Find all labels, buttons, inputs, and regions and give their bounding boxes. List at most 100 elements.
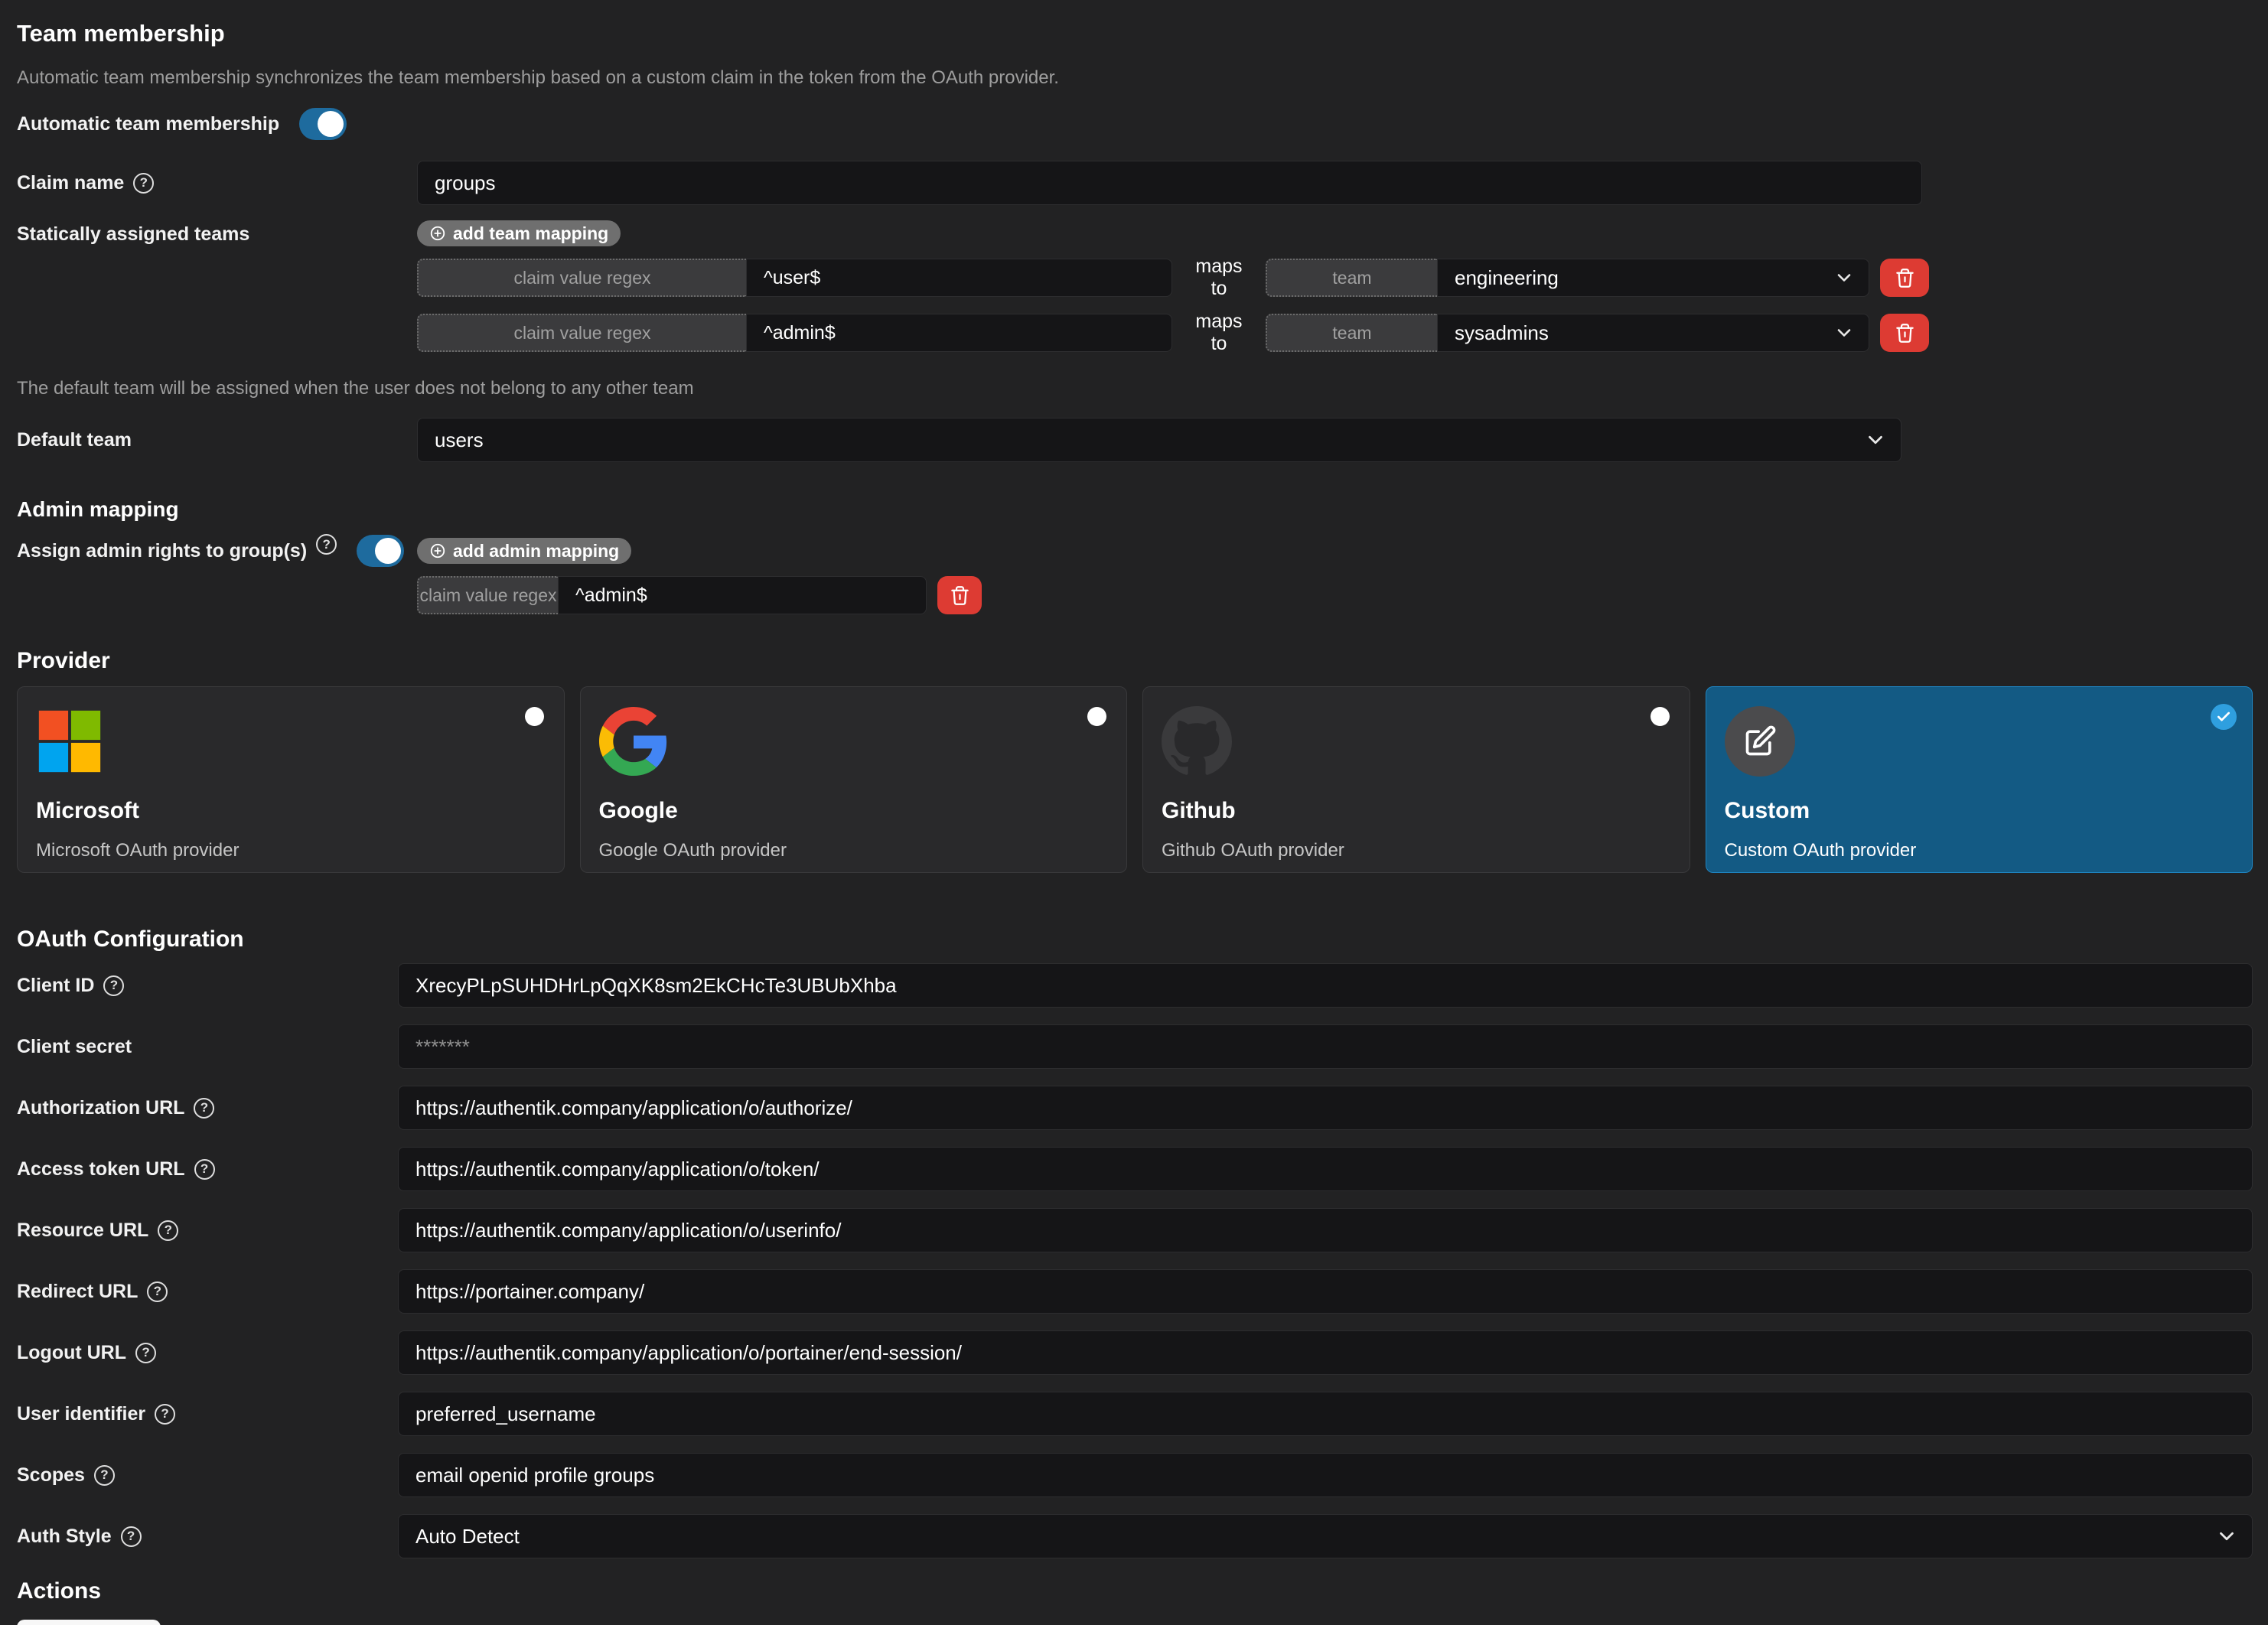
provider-card-description: Google OAuth provider bbox=[599, 840, 1109, 861]
provider-card-title: Google bbox=[599, 798, 1109, 824]
statically-assigned-teams-row: Statically assigned teams add team mappi… bbox=[17, 220, 2253, 246]
oauth-configuration-heading: OAuth Configuration bbox=[17, 926, 2253, 953]
redirect-url-input[interactable] bbox=[398, 1269, 2253, 1314]
provider-card-custom[interactable]: Custom Custom OAuth provider bbox=[1706, 686, 2253, 873]
assign-admin-rights-toggle[interactable] bbox=[357, 535, 404, 567]
logout-url-label: Logout URL bbox=[17, 1342, 126, 1364]
user-identifier-help-icon[interactable]: ? bbox=[155, 1404, 175, 1425]
assign-admin-rights-help-icon[interactable]: ? bbox=[316, 534, 337, 555]
automatic-team-membership-label: Automatic team membership bbox=[17, 113, 279, 135]
user-identifier-label: User identifier bbox=[17, 1403, 145, 1425]
user-identifier-input[interactable] bbox=[398, 1392, 2253, 1436]
authorization-url-input[interactable] bbox=[398, 1086, 2253, 1130]
scopes-help-icon[interactable]: ? bbox=[94, 1465, 115, 1486]
team-mapping-team-select[interactable]: engineering bbox=[1437, 259, 1869, 297]
team-membership-heading: Team membership bbox=[17, 20, 2253, 47]
authorization-url-row: Authorization URL ? bbox=[17, 1086, 2253, 1130]
client-secret-row: Client secret bbox=[17, 1024, 2253, 1069]
auth-style-label: Auth Style bbox=[17, 1526, 112, 1548]
maps-to-label: maps to bbox=[1186, 311, 1252, 355]
team-mapping-regex-input[interactable] bbox=[746, 259, 1172, 297]
team-membership-description: Automatic team membership synchronizes t… bbox=[17, 67, 2253, 89]
authorization-url-help-icon[interactable]: ? bbox=[194, 1098, 214, 1119]
access-token-url-label: Access token URL bbox=[17, 1158, 185, 1180]
claim-name-input[interactable] bbox=[417, 161, 1922, 205]
trash-icon bbox=[950, 585, 970, 606]
provider-card-github[interactable]: Github Github OAuth provider bbox=[1142, 686, 1690, 873]
chevron-down-icon bbox=[1833, 267, 1855, 288]
automatic-team-membership-toggle[interactable] bbox=[299, 108, 347, 140]
provider-card-google[interactable]: Google Google OAuth provider bbox=[580, 686, 1128, 873]
provider-cards: Microsoft Microsoft OAuth provider Googl… bbox=[17, 686, 2253, 873]
provider-heading: Provider bbox=[17, 648, 2253, 674]
provider-card-title: Custom bbox=[1725, 798, 2234, 824]
toggle-knob bbox=[375, 538, 401, 564]
logout-url-help-icon[interactable]: ? bbox=[135, 1343, 156, 1363]
client-id-row: Client ID ? bbox=[17, 963, 2253, 1008]
provider-card-description: Microsoft OAuth provider bbox=[36, 840, 546, 861]
circle-plus-icon bbox=[429, 225, 446, 242]
auth-style-row: Auth Style ? Auto Detect bbox=[17, 1514, 2253, 1558]
delete-team-mapping-button[interactable] bbox=[1880, 314, 1929, 352]
chevron-down-icon bbox=[2215, 1525, 2238, 1548]
team-mapping-team-select[interactable]: sysadmins bbox=[1437, 314, 1869, 352]
actions-heading: Actions bbox=[17, 1578, 2253, 1604]
scopes-row: Scopes ? bbox=[17, 1453, 2253, 1497]
maps-to-label: maps to bbox=[1186, 256, 1252, 300]
client-secret-label: Client secret bbox=[17, 1036, 132, 1058]
authorization-url-label: Authorization URL bbox=[17, 1097, 184, 1119]
provider-card-description: Github OAuth provider bbox=[1162, 840, 1671, 861]
delete-admin-mapping-button[interactable] bbox=[937, 576, 982, 614]
claim-value-regex-addon: claim value regex bbox=[417, 259, 746, 297]
provider-radio[interactable] bbox=[1087, 707, 1106, 726]
admin-mapping-regex-input[interactable] bbox=[558, 576, 927, 614]
client-secret-input[interactable] bbox=[398, 1024, 2253, 1069]
team-addon: team bbox=[1266, 259, 1437, 297]
client-id-input[interactable] bbox=[398, 963, 2253, 1008]
resource-url-row: Resource URL ? bbox=[17, 1208, 2253, 1252]
chevron-down-icon bbox=[1864, 428, 1887, 451]
edit-pencil-icon bbox=[1743, 725, 1777, 758]
add-team-mapping-button[interactable]: add team mapping bbox=[417, 220, 621, 246]
resource-url-help-icon[interactable]: ? bbox=[158, 1220, 178, 1241]
statically-assigned-teams-label: Statically assigned teams bbox=[17, 223, 249, 246]
resource-url-label: Resource URL bbox=[17, 1220, 148, 1242]
access-token-url-help-icon[interactable]: ? bbox=[194, 1159, 215, 1180]
client-id-help-icon[interactable]: ? bbox=[103, 975, 124, 996]
redirect-url-row: Redirect URL ? bbox=[17, 1269, 2253, 1314]
auth-style-help-icon[interactable]: ? bbox=[121, 1526, 142, 1547]
claim-value-regex-addon: claim value regex bbox=[417, 576, 558, 614]
redirect-url-label: Redirect URL bbox=[17, 1281, 138, 1303]
auth-style-select[interactable]: Auto Detect bbox=[398, 1514, 2253, 1558]
google-logo-icon bbox=[599, 706, 670, 777]
provider-radio[interactable] bbox=[525, 707, 544, 726]
automatic-team-membership-row: Automatic team membership bbox=[17, 107, 2253, 141]
scopes-input[interactable] bbox=[398, 1453, 2253, 1497]
provider-card-title: Github bbox=[1162, 798, 1671, 824]
access-token-url-input[interactable] bbox=[398, 1147, 2253, 1191]
provider-card-microsoft[interactable]: Microsoft Microsoft OAuth provider bbox=[17, 686, 565, 873]
resource-url-input[interactable] bbox=[398, 1208, 2253, 1252]
team-mapping-regex-input[interactable] bbox=[746, 314, 1172, 352]
redirect-url-help-icon[interactable]: ? bbox=[147, 1281, 168, 1302]
assign-admin-rights-label: Assign admin rights to group(s) bbox=[17, 540, 307, 562]
oauth-settings-page: Team membership Automatic team membershi… bbox=[0, 0, 2268, 1625]
provider-radio[interactable] bbox=[1650, 707, 1670, 726]
claim-name-help-icon[interactable]: ? bbox=[133, 173, 154, 194]
default-team-hint: The default team will be assigned when t… bbox=[17, 378, 2253, 399]
team-mapping-row: claim value regex maps to team sysadmins bbox=[417, 311, 2253, 355]
default-team-select[interactable]: users bbox=[417, 418, 1901, 462]
selected-check-badge bbox=[2211, 704, 2237, 730]
delete-team-mapping-button[interactable] bbox=[1880, 259, 1929, 297]
custom-provider-icon bbox=[1725, 706, 1795, 777]
save-settings-button[interactable]: Save settings bbox=[17, 1620, 161, 1625]
logout-url-input[interactable] bbox=[398, 1330, 2253, 1375]
user-identifier-row: User identifier ? bbox=[17, 1392, 2253, 1436]
team-addon: team bbox=[1266, 314, 1437, 352]
client-id-label: Client ID bbox=[17, 975, 94, 997]
add-admin-mapping-button[interactable]: add admin mapping bbox=[417, 538, 631, 564]
microsoft-logo-icon bbox=[36, 706, 106, 777]
provider-card-title: Microsoft bbox=[36, 798, 546, 824]
admin-mapping-heading: Admin mapping bbox=[17, 497, 2253, 522]
claim-name-row: Claim name ? bbox=[17, 161, 2253, 205]
